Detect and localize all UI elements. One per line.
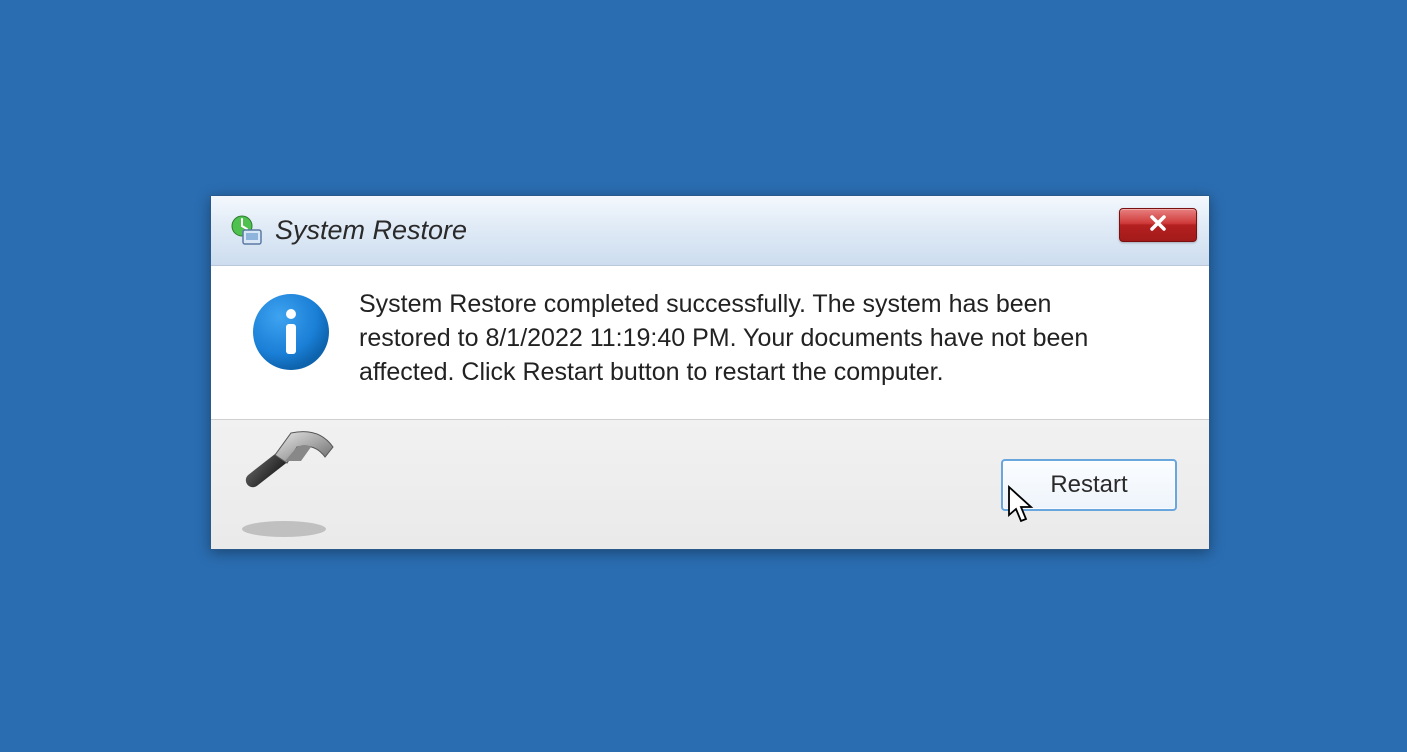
button-pane: Restart xyxy=(211,419,1209,549)
info-icon xyxy=(251,292,331,372)
system-restore-icon xyxy=(229,214,263,248)
close-icon xyxy=(1147,212,1169,239)
dialog-content: System Restore completed successfully. T… xyxy=(211,266,1209,419)
titlebar: System Restore xyxy=(211,196,1209,266)
hammer-icon xyxy=(229,421,349,541)
restart-button[interactable]: Restart xyxy=(1001,459,1177,511)
dialog-message: System Restore completed successfully. T… xyxy=(359,288,1179,389)
system-restore-dialog: System Restore xyxy=(210,195,1210,550)
close-button[interactable] xyxy=(1119,208,1197,242)
dialog-title: System Restore xyxy=(275,215,467,246)
